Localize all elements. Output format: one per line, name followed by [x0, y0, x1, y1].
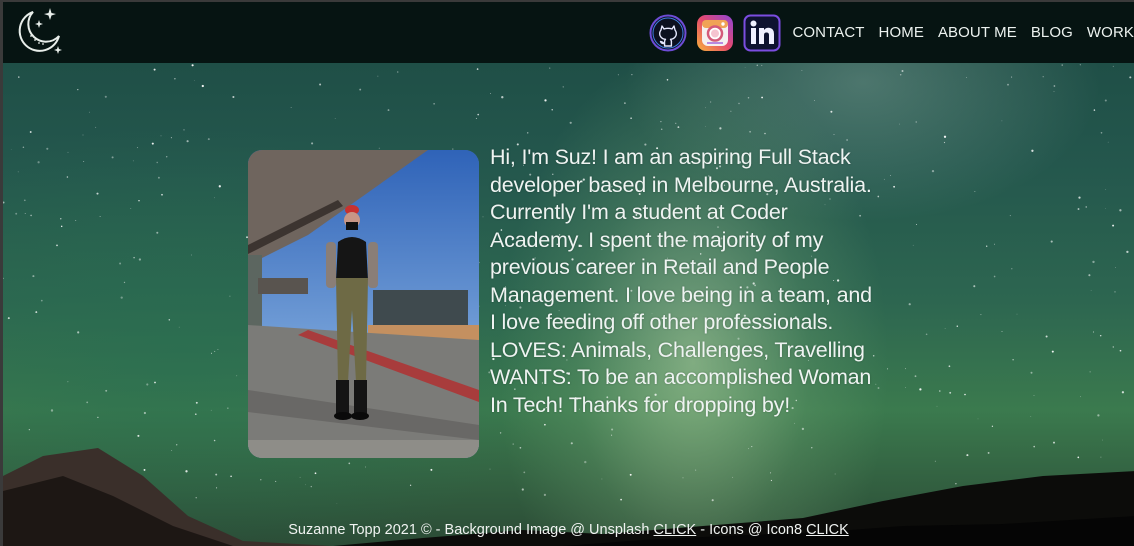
bio-line: developer based in Melbourne, Australia. — [490, 172, 872, 197]
bio-line: Currently I'm a student at Coder — [490, 200, 788, 224]
navbar: CONTACT HOME ABOUT ME BLOG WORK — [3, 2, 1134, 63]
github-icon[interactable] — [649, 14, 687, 52]
icon8-link[interactable]: CLICK — [806, 522, 849, 538]
bio-line: previous career in Retail and People — [490, 255, 830, 279]
nav-link-blog[interactable]: BLOG — [1031, 24, 1073, 41]
footer: Suzanne Topp 2021 © - Background Image @… — [3, 522, 1134, 538]
bio-line: In Tech! Thanks for dropping by! — [490, 392, 790, 417]
bio-line: WANTS: To be an accomplished Woman — [490, 365, 872, 389]
unsplash-link[interactable]: CLICK — [654, 522, 697, 538]
bio-line: Academy. I spent the majority of my — [490, 227, 824, 252]
nav-right-group: CONTACT HOME ABOUT ME BLOG WORK — [649, 2, 1134, 63]
linkedin-icon[interactable] — [743, 14, 781, 52]
instagram-icon[interactable] — [696, 14, 734, 52]
footer-credit-text: Suzanne Topp 2021 © - Background Image @… — [288, 522, 654, 538]
about-bio: Hi, I'm Suz! I am an aspiring Full Stack… — [490, 144, 910, 419]
footer-icons-text: - Icons @ Icon8 — [696, 522, 807, 538]
nav-link-contact[interactable]: CONTACT — [792, 24, 864, 41]
nav-link-about-me[interactable]: ABOUT ME — [938, 24, 1017, 41]
bio-line: LOVES: Animals, Challenges, Travelling — [490, 337, 865, 362]
nav-link-home[interactable]: HOME — [879, 24, 924, 41]
profile-photo — [248, 150, 479, 458]
bio-line: I love feeding off other professionals. — [490, 310, 834, 334]
moon-stars-icon[interactable] — [11, 6, 63, 58]
nav-link-work[interactable]: WORK — [1087, 24, 1134, 41]
page: CONTACT HOME ABOUT ME BLOG WORK Hi, I'm … — [0, 0, 1134, 546]
bio-line: Hi, I'm Suz! I am an aspiring Full Stack — [490, 145, 851, 169]
bio-line: Management. I love being in a team, and — [490, 282, 872, 307]
